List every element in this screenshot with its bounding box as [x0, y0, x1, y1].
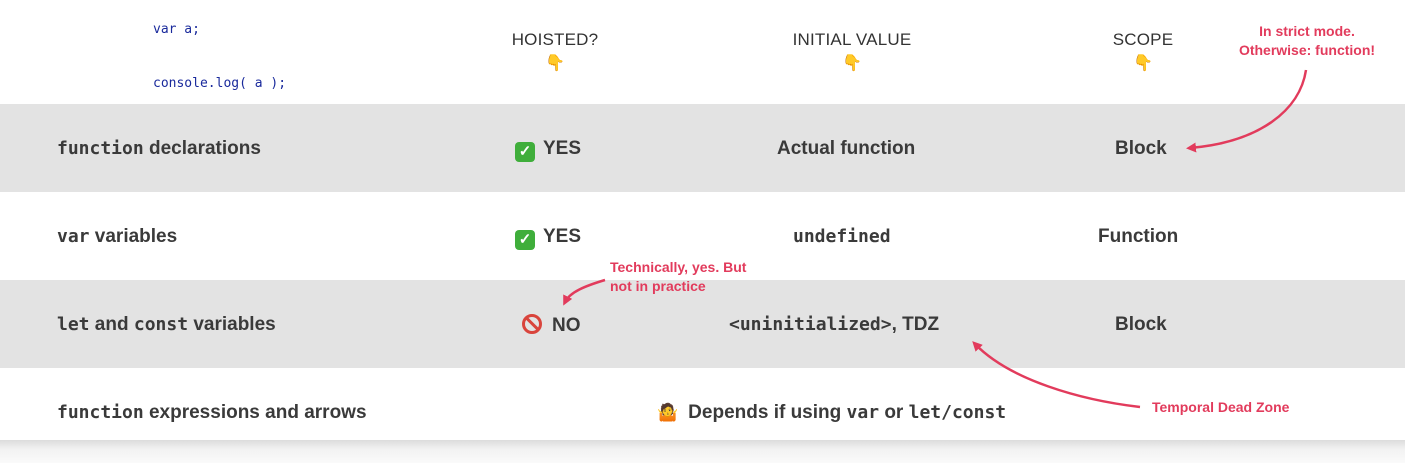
row-label: function expressions and arrows — [57, 402, 367, 424]
strict-mode-note: In strict mode. Otherwise: function! — [1222, 22, 1392, 60]
row-label-code: function — [57, 138, 144, 159]
code-console-log: console.log( a ); — [153, 76, 287, 91]
scope-cell: Block — [1115, 314, 1167, 336]
row-label-text: declarations — [143, 138, 261, 159]
combined-code: let/const — [908, 402, 1007, 423]
technically-note-line: Technically, yes. But — [610, 259, 747, 275]
pointing-down-hand-icon: 👇 — [544, 55, 566, 72]
row-label-code: var — [57, 226, 90, 247]
scope-cell: Function — [1098, 226, 1178, 248]
combined-cell: 🤷 Depends if using var or let/const — [657, 402, 1006, 424]
tdz-note-text: Temporal Dead Zone — [1152, 399, 1290, 415]
technically-note-line: not in practice — [610, 278, 706, 294]
initial-value-cell: undefined — [793, 226, 891, 247]
shrug-icon: 🤷 — [657, 403, 679, 422]
pointing-down-hand-icon: 👇 — [841, 55, 863, 72]
no-entry-icon — [522, 314, 542, 334]
initial-value: Actual function — [777, 138, 916, 159]
row-label-text: variables — [188, 314, 276, 335]
tdz-note: Temporal Dead Zone — [1152, 398, 1289, 417]
header-initial-value: INITIAL VALUE 👇 — [752, 30, 952, 72]
hoisted-cell: NO — [522, 314, 581, 337]
initial-value-cell: Actual function — [777, 138, 915, 160]
hoisted-value: YES — [543, 138, 582, 159]
pointing-down-hand-icon: 👇 — [1132, 55, 1154, 72]
row-label: function declarations — [57, 138, 261, 160]
table-row: function declarations ✓ YES Actual functi… — [0, 104, 1405, 192]
row-label-code: let — [57, 314, 90, 335]
initial-value-code: <uninitialized> — [729, 314, 892, 335]
row-label-text: expressions and arrows — [143, 402, 367, 423]
hoisted-value: NO — [552, 315, 581, 336]
hoisted-value: YES — [543, 226, 582, 247]
scope-value: Function — [1098, 226, 1179, 247]
row-label-code: function — [57, 402, 144, 423]
scope-cell: Block — [1115, 138, 1167, 160]
scope-value: Block — [1115, 314, 1167, 335]
row-label-code: const — [133, 314, 189, 335]
code-var-declaration: var a; — [153, 22, 200, 37]
bottom-shadow — [0, 440, 1405, 463]
initial-value: undefined — [793, 226, 891, 247]
row-label: let and const variables — [57, 314, 276, 336]
combined-text: Depends if using — [688, 402, 847, 423]
initial-value-text: , TDZ — [891, 314, 940, 335]
combined-code: var — [846, 402, 880, 423]
row-label-text: and — [89, 314, 134, 335]
check-icon: ✓ — [515, 230, 535, 250]
code-line-2: console.log( a ); — [153, 76, 286, 91]
code-line-1: var a; — [153, 22, 200, 37]
scope-value: Block — [1115, 138, 1167, 159]
hoisted-cell: ✓ YES — [515, 226, 581, 250]
check-icon: ✓ — [515, 142, 535, 162]
header-initial-value-label: INITIAL VALUE — [792, 30, 912, 49]
header-scope-label: SCOPE — [1112, 30, 1174, 49]
row-label: var variables — [57, 226, 177, 248]
strict-mode-note-line: In strict mode. — [1259, 23, 1355, 39]
technically-note: Technically, yes. But not in practice — [610, 258, 746, 296]
combined-text: or — [879, 402, 909, 423]
header-hoisted: HOISTED? 👇 — [455, 30, 655, 72]
strict-mode-note-line: Otherwise: function! — [1238, 42, 1376, 58]
initial-value-cell: <uninitialized>, TDZ — [729, 314, 939, 336]
hoisted-cell: ✓ YES — [515, 138, 581, 162]
row-label-text: variables — [89, 226, 178, 247]
header-scope: SCOPE 👇 — [1043, 30, 1243, 72]
header-hoisted-label: HOISTED? — [511, 30, 599, 49]
